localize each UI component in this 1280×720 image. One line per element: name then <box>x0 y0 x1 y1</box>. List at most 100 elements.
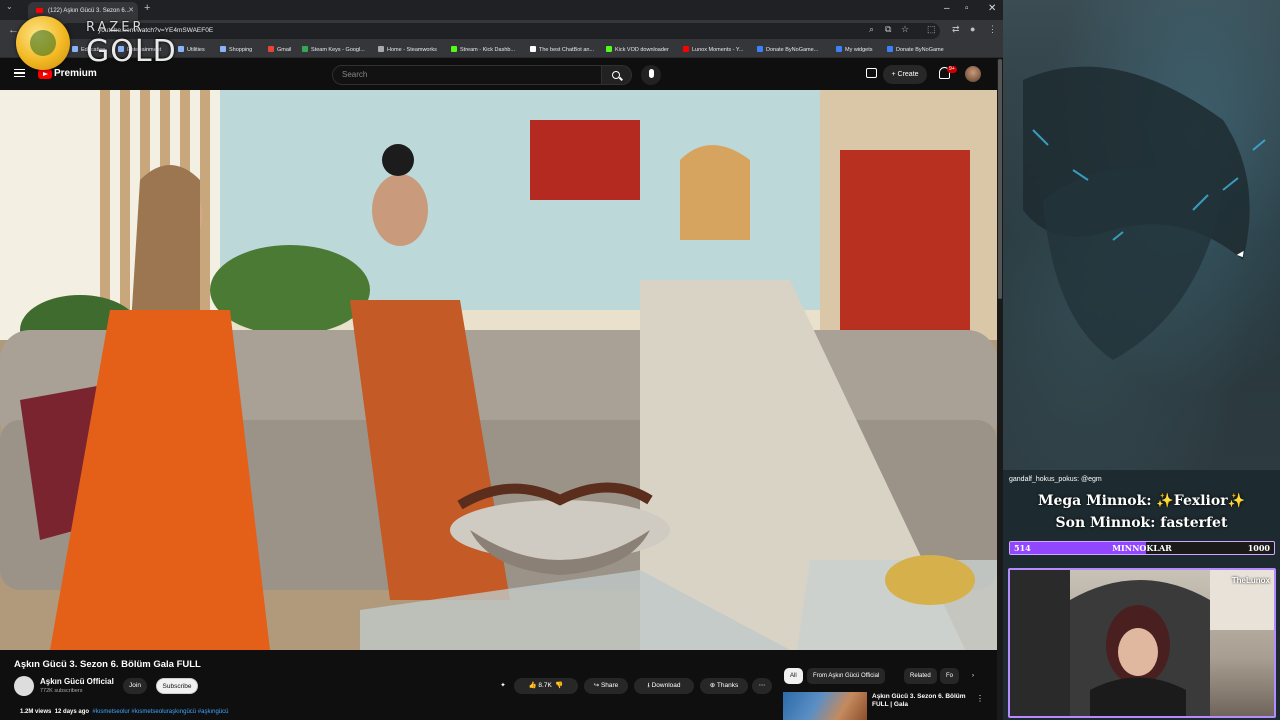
profile-icon[interactable]: ● <box>970 24 975 34</box>
progress-target: 1000 <box>1247 543 1270 553</box>
chat-line: gandalf_hokus_pokus: @egm <box>1009 476 1102 483</box>
extensions-icon[interactable]: ⬚ <box>927 24 936 35</box>
install-app-icon[interactable]: ⧉ <box>885 24 891 35</box>
browser-window: ⌄ (122) Aşkın Gücü 3. Sezon 6... ✕ + – ▫… <box>0 0 1003 720</box>
youtube-logo-icon[interactable] <box>38 69 52 79</box>
dragon-illustration <box>1023 66 1266 360</box>
bookmark-label: Steam Keys - Googl... <box>311 47 365 53</box>
youtube-premium-label[interactable]: Premium <box>54 68 97 79</box>
join-button[interactable]: Join <box>123 678 147 694</box>
cast-icon[interactable] <box>866 68 877 78</box>
bookmark-item[interactable]: Donate ByNoGame <box>887 44 944 56</box>
recommended-video-thumbnail[interactable] <box>783 692 867 720</box>
bookmark-label: Donate ByNoGame <box>896 47 944 53</box>
bookmark-item[interactable]: Utilities <box>178 44 205 56</box>
scrollbar-thumb[interactable] <box>998 59 1002 299</box>
notification-badge: 9+ <box>947 66 957 73</box>
new-tab-icon[interactable]: + <box>144 2 150 14</box>
search-input[interactable]: Search <box>332 65 602 85</box>
zoom-icon[interactable]: ⌕ <box>869 24 874 35</box>
chip-more[interactable]: Fo <box>940 668 960 684</box>
menu-hamburger-icon[interactable] <box>14 69 25 77</box>
url-field[interactable]: youtube.com/watch?v=YE4mSWAEF0E <box>60 23 940 39</box>
search-button[interactable] <box>602 65 632 85</box>
channel-avatar[interactable] <box>14 676 34 696</box>
view-count: 1.2M views <box>20 709 52 715</box>
bookmark-favicon-icon <box>178 46 184 52</box>
download-button[interactable]: ⭳ Download <box>634 678 694 694</box>
tab-bar: ⌄ (122) Aşkın Gücü 3. Sezon 6... ✕ + – ▫… <box>0 0 1003 20</box>
create-label: Create <box>897 71 919 78</box>
chat-message: : @egm <box>1077 476 1102 483</box>
bookmark-favicon-icon <box>887 46 893 52</box>
bookmark-item[interactable]: The best ChatBot an... <box>530 44 594 56</box>
bookmark-item[interactable]: Steam Keys - Googl... <box>302 44 365 56</box>
upload-age: 12 days ago <box>54 709 90 715</box>
bookmark-favicon-icon <box>72 46 78 52</box>
chip-related[interactable]: Related <box>904 668 937 684</box>
screen: ⌄ (122) Aşkın Gücü 3. Sezon 6... ✕ + – ▫… <box>0 0 1280 720</box>
minimize-icon[interactable]: – <box>944 3 950 14</box>
channel-name[interactable]: Aşkın Gücü Official <box>40 677 114 686</box>
bookmark-favicon-icon <box>268 46 274 52</box>
more-actions-icon[interactable]: ⋯ <box>752 678 772 694</box>
browser-menu-icon[interactable]: ⋮ <box>988 24 997 35</box>
dragon-artwork <box>1003 0 1280 470</box>
bookmark-favicon-icon <box>683 46 689 52</box>
bookmark-item[interactable]: My widgets <box>836 44 873 56</box>
minnok-progress-bar: 514 MINNOKLAR 1000 <box>1009 541 1275 555</box>
bookmark-favicon-icon <box>530 46 536 52</box>
like-count: 8.7K <box>538 682 552 689</box>
video-frame <box>0 90 997 650</box>
share-icon: ↪ <box>593 682 600 689</box>
bookmark-item[interactable]: Kick VOD downloader <box>606 44 669 56</box>
bookmark-label: The best ChatBot an... <box>539 47 595 53</box>
voice-search-icon[interactable] <box>641 65 661 85</box>
bookmark-favicon-icon <box>302 46 308 52</box>
webcam-scene <box>1010 570 1274 716</box>
bookmark-item[interactable]: Stream - Kick Dashb... <box>451 44 515 56</box>
bookmark-star-icon[interactable]: ☆ <box>901 24 909 35</box>
thanks-button[interactable]: ⊕ Thanks <box>700 678 748 694</box>
bookmark-label: My widgets <box>845 47 873 53</box>
sparkle-icon[interactable]: ✦ <box>496 678 510 694</box>
bookmark-item[interactable]: Gmail <box>268 44 291 56</box>
like-icon[interactable]: 👍 <box>529 682 537 689</box>
chip-all[interactable]: All <box>784 668 803 684</box>
subscribe-button[interactable]: Subscribe <box>156 678 198 694</box>
recommended-more-icon[interactable]: ⋮ <box>976 694 984 703</box>
create-button[interactable]: + Create <box>883 65 927 84</box>
share-button[interactable]: ↪ Share <box>584 678 628 694</box>
tab-close-icon[interactable]: ✕ <box>128 2 134 20</box>
tab-search-icon[interactable]: ⌄ <box>6 2 13 11</box>
bookmark-label: Donate ByNoGame... <box>766 47 819 53</box>
account-avatar[interactable] <box>965 66 981 82</box>
like-dislike-group[interactable]: 👍 8.7K 👎 <box>514 678 578 694</box>
search-icon <box>612 71 620 79</box>
maximize-icon[interactable]: ▫ <box>965 3 969 14</box>
bookmark-item[interactable]: Donate ByNoGame... <box>757 44 818 56</box>
bookmark-item[interactable]: Shopping <box>220 44 252 56</box>
sidebar-icon[interactable]: ⇄ <box>952 24 960 35</box>
chip-from-channel[interactable]: From Aşkın Gücü Official <box>807 668 886 684</box>
video-title: Aşkın Gücü 3. Sezon 6. Bölüm Gala FULL <box>14 659 201 670</box>
download-label: Download <box>651 682 681 689</box>
razer-tier: GOLD <box>86 34 177 69</box>
window-close-icon[interactable]: ✕ <box>988 3 996 14</box>
youtube-favicon-icon <box>36 8 43 13</box>
bookmark-label: Gmail <box>277 47 292 53</box>
razer-gold-coin-icon <box>16 16 70 70</box>
razer-brand: RAZER <box>86 20 145 35</box>
hashtags[interactable]: #kısmetseolur #kısmetseoluraşkıngücü #aş… <box>92 709 228 715</box>
video-player[interactable] <box>0 90 997 650</box>
bookmark-item[interactable]: Lunox Moments - Y... <box>683 44 743 56</box>
bookmark-label: Utilities <box>187 47 205 53</box>
bookmark-label: Lunox Moments - Y... <box>692 47 744 53</box>
bookmark-favicon-icon <box>378 46 384 52</box>
share-label: Share <box>600 682 619 689</box>
bookmark-item[interactable]: Home - Steamworks <box>378 44 437 56</box>
chips-next-icon[interactable]: › <box>966 668 980 684</box>
recommended-video-title[interactable]: Aşkın Gücü 3. Sezon 6. Bölüm FULL | Gala <box>872 693 972 709</box>
bookmark-favicon-icon <box>836 46 842 52</box>
dislike-icon[interactable]: 👎 <box>554 682 563 689</box>
